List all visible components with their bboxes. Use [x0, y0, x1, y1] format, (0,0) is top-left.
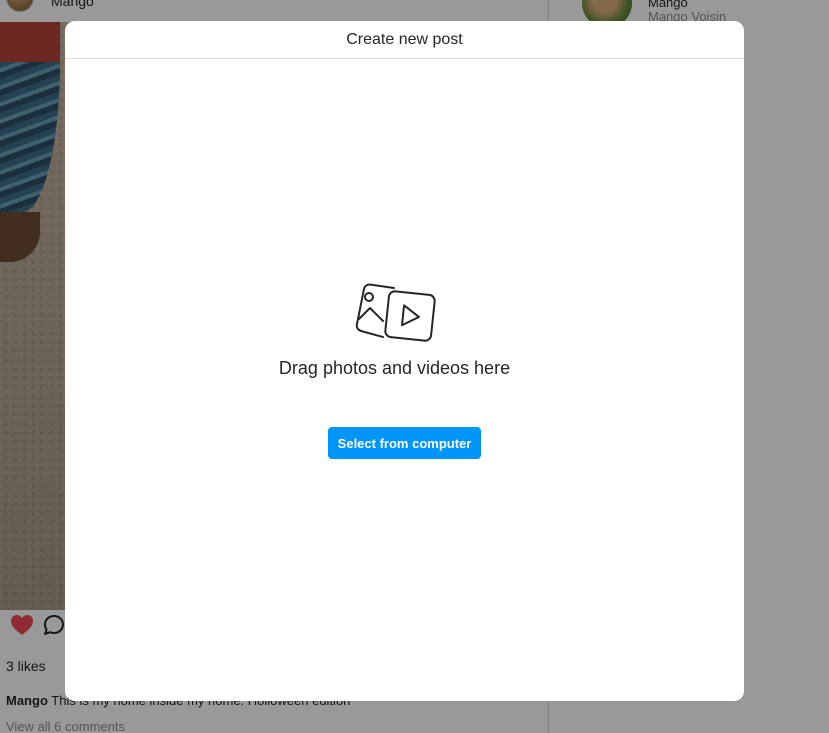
modal-title: Create new post: [346, 30, 463, 48]
select-from-computer-button[interactable]: Select from computer: [328, 427, 481, 459]
drag-instructions: Drag photos and videos here: [278, 358, 511, 378]
photo-video-icon: [355, 283, 436, 342]
modal-header: Create new post: [65, 21, 744, 59]
create-post-modal: Create new post Drag photos and videos h…: [65, 21, 744, 701]
page: Mango 3 likes Mango This is my home insi…: [0, 0, 829, 733]
